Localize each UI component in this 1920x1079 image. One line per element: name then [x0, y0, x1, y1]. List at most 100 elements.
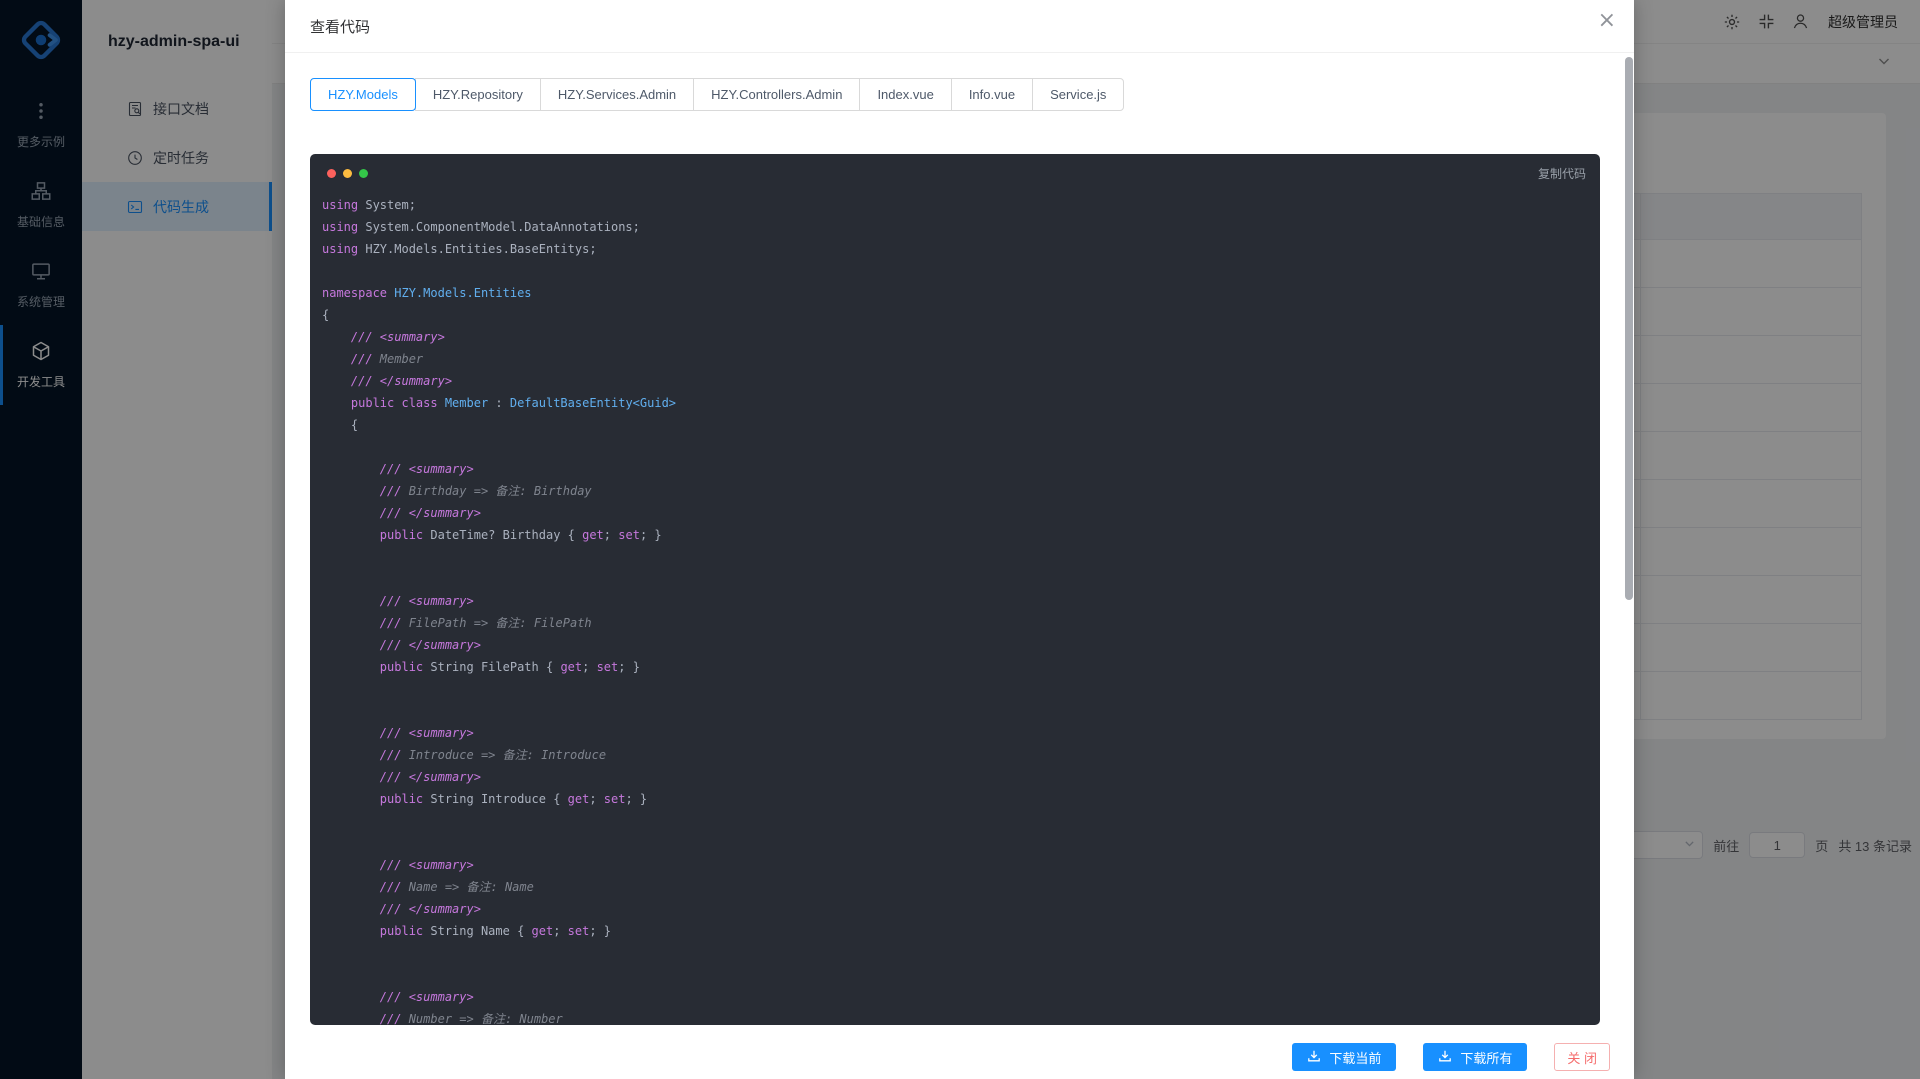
code-token: ; } — [640, 528, 662, 542]
code-token: /// — [322, 1012, 409, 1025]
dialog-title: 查看代码 — [310, 16, 370, 37]
code-token: Member — [380, 352, 423, 366]
code-line: /// Member — [322, 348, 1600, 370]
download-current-button[interactable]: 下载当前 — [1292, 1043, 1396, 1071]
code-line — [322, 964, 1600, 986]
code-token: /// <summary> — [322, 726, 474, 740]
dialog-header: 查看代码 × — [285, 0, 1634, 53]
code-tabs: HZY.ModelsHZY.RepositoryHZY.Services.Adm… — [310, 78, 1609, 111]
code-token: using — [322, 242, 358, 256]
code-line: { — [322, 414, 1600, 436]
dialog-body: HZY.ModelsHZY.RepositoryHZY.Services.Adm… — [285, 53, 1634, 1025]
code-line: public String Introduce { get; set; } — [322, 788, 1600, 810]
code-window-header: 复制代码 — [310, 154, 1600, 192]
code-line — [322, 942, 1600, 964]
tab-hzy-models[interactable]: HZY.Models — [310, 78, 416, 111]
code-token: /// <summary> — [322, 330, 445, 344]
code-line — [322, 832, 1600, 854]
code-line: /// Introduce => 备注: Introduce — [322, 744, 1600, 766]
code-token: String Name { — [423, 924, 531, 938]
code-token: ; — [582, 660, 596, 674]
tab-hzy-repository[interactable]: HZY.Repository — [415, 78, 541, 111]
green-dot — [359, 169, 368, 178]
code-line: /// <summary> — [322, 326, 1600, 348]
download-current-label: 下载当前 — [1329, 1048, 1381, 1067]
code-line: using System; — [322, 194, 1600, 216]
code-token: get — [582, 528, 604, 542]
code-line: public class Member : DefaultBaseEntity<… — [322, 392, 1600, 414]
code-line — [322, 568, 1600, 590]
tab-service-js[interactable]: Service.js — [1032, 78, 1124, 111]
code-line: /// FilePath => 备注: FilePath — [322, 612, 1600, 634]
code-token: System.ComponentModel.DataAnnotations; — [358, 220, 640, 234]
tab-index-vue[interactable]: Index.vue — [859, 78, 951, 111]
code-token: /// </summary> — [322, 770, 481, 784]
code-token: ; — [589, 792, 603, 806]
code-token: ; } — [618, 660, 640, 674]
code-token: /// <summary> — [322, 858, 474, 872]
code-token: get — [568, 792, 590, 806]
red-dot — [327, 169, 336, 178]
close-button[interactable]: 关 闭 — [1554, 1043, 1610, 1071]
code-line — [322, 678, 1600, 700]
tab-hzy-services-admin[interactable]: HZY.Services.Admin — [540, 78, 694, 111]
code-token: { — [322, 308, 329, 322]
code-token: /// </summary> — [322, 506, 481, 520]
code-token: get — [560, 660, 582, 674]
code-token: /// <summary> — [322, 990, 474, 1004]
code-line: /// </summary> — [322, 766, 1600, 788]
code-token: namespace — [322, 286, 387, 300]
tab-info-vue[interactable]: Info.vue — [951, 78, 1033, 111]
code-line: /// Birthday => 备注: Birthday — [322, 480, 1600, 502]
yellow-dot — [343, 169, 352, 178]
code-line: /// <summary> — [322, 854, 1600, 876]
dialog-scrollbar-thumb[interactable] — [1625, 57, 1633, 600]
screen: 更多示例基础信息系统管理开发工具 hzy-admin-spa-ui 接口文档定时… — [0, 0, 1920, 1079]
download-all-button[interactable]: 下载所有 — [1423, 1043, 1527, 1071]
code-line: using System.ComponentModel.DataAnnotati… — [322, 216, 1600, 238]
close-button-label: 关 闭 — [1567, 1048, 1597, 1067]
code-token: set — [568, 924, 590, 938]
code-line: /// </summary> — [322, 898, 1600, 920]
code-token: { — [322, 418, 358, 432]
download-icon — [1438, 1049, 1452, 1066]
code-token: get — [532, 924, 554, 938]
code-line — [322, 436, 1600, 458]
code-token: FilePath => 备注: FilePath — [409, 616, 592, 630]
code-token: public — [322, 924, 423, 938]
tab-hzy-controllers-admin[interactable]: HZY.Controllers.Admin — [693, 78, 860, 111]
copy-code-button[interactable]: 复制代码 — [1538, 165, 1586, 182]
code-line: namespace HZY.Models.Entities — [322, 282, 1600, 304]
code-token: using — [322, 198, 358, 212]
code-token: Birthday => 备注: Birthday — [409, 484, 592, 498]
code-line: { — [322, 304, 1600, 326]
code-token: String FilePath { — [423, 660, 560, 674]
code-line: /// <summary> — [322, 458, 1600, 480]
code-token: /// — [322, 352, 380, 366]
code-line: /// </summary> — [322, 634, 1600, 656]
code-token: ; — [553, 924, 567, 938]
dialog-footer: 下载当前 下载所有 关 闭 — [285, 1035, 1634, 1079]
close-icon[interactable]: × — [1598, 10, 1616, 32]
code-line: /// <summary> — [322, 722, 1600, 744]
code-line: /// <summary> — [322, 986, 1600, 1008]
code-token: /// <summary> — [322, 462, 474, 476]
code-line: /// Number => 备注: Number — [322, 1008, 1600, 1025]
code-token: /// — [322, 484, 409, 498]
code-line: /// <summary> — [322, 590, 1600, 612]
download-icon — [1307, 1049, 1321, 1066]
code-line: public DateTime? Birthday { get; set; } — [322, 524, 1600, 546]
code-token: public — [322, 660, 423, 674]
code-token: set — [597, 660, 619, 674]
code-token: set — [618, 528, 640, 542]
code-token: set — [604, 792, 626, 806]
code-token: Name => 备注: Name — [409, 880, 534, 894]
view-code-dialog: 查看代码 × HZY.ModelsHZY.RepositoryHZY.Servi… — [285, 0, 1634, 1079]
code-token: /// <summary> — [322, 594, 474, 608]
download-all-label: 下载所有 — [1460, 1048, 1512, 1067]
code-token: /// </summary> — [322, 902, 481, 916]
code-token: System; — [358, 198, 416, 212]
code-token: Number => 备注: Number — [409, 1012, 563, 1025]
window-dots — [327, 169, 368, 178]
code-token: public class — [322, 396, 438, 410]
